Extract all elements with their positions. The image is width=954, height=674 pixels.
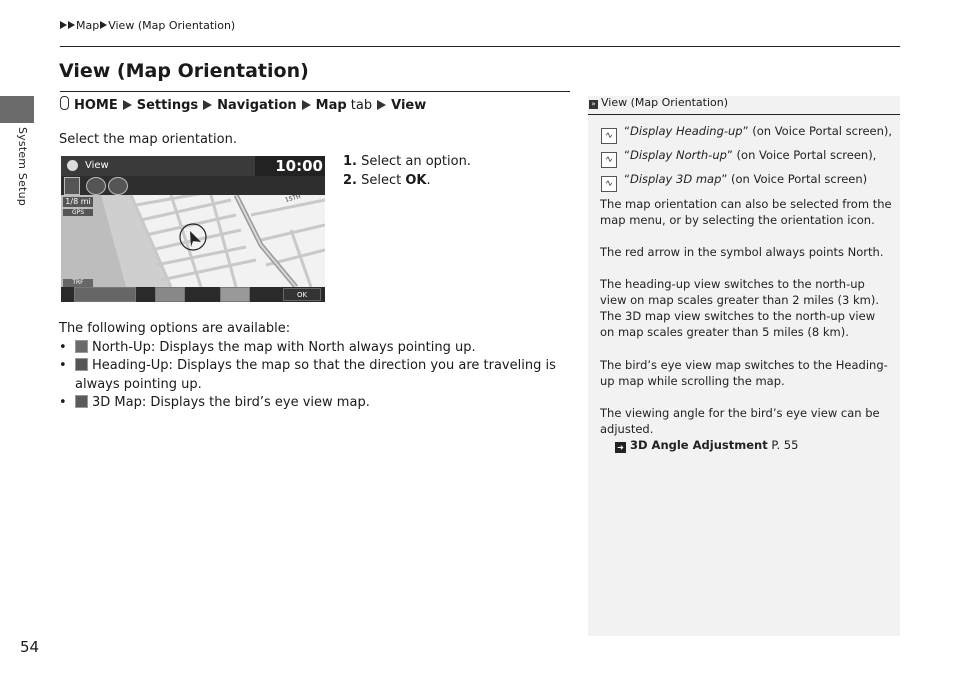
path-navigation: Navigation <box>217 98 297 113</box>
3d-map-option-icon[interactable] <box>108 177 128 195</box>
voice-command-note: (on Voice Portal screen) <box>727 172 868 186</box>
breadcrumb: Map View (Map Orientation) <box>60 19 235 32</box>
sidebar-para: The viewing angle for the bird’s eye vie… <box>600 406 880 436</box>
step-punct: . <box>426 173 431 188</box>
path-home: HOME <box>74 98 118 113</box>
voice-command: ∿ “Display Heading-up” (on Voice Portal s… <box>601 120 892 144</box>
path-arrow-icon <box>122 100 132 110</box>
path-view: View <box>391 98 427 113</box>
menu-path: HOME Settings Navigation Map tab View <box>60 96 426 113</box>
heading-up-option-icon[interactable] <box>86 177 106 195</box>
screen-clock: 10:00 <box>255 156 325 176</box>
voice-command-note: (on Voice Portal screen), <box>748 124 893 138</box>
breadcrumb-arrow-icon <box>68 21 75 29</box>
option-item: Heading-Up: Displays the map so that the… <box>59 357 574 394</box>
options-list: North-Up: Displays the map with North al… <box>59 339 574 413</box>
option-text: North-Up: Displays the map with North al… <box>92 339 476 355</box>
north-up-icon <box>75 339 88 353</box>
link-label[interactable]: 3D Angle Adjustment <box>630 438 768 452</box>
map-streets <box>61 195 325 287</box>
screen-title: View <box>85 160 109 171</box>
sidebar-para: The heading-up view switches to the nort… <box>600 277 880 339</box>
steps: 1. Select an option. 2. Select OK. <box>343 152 471 190</box>
step-1: 1. Select an option. <box>343 152 471 171</box>
step-number: 1. <box>343 154 357 169</box>
path-map-suffix: tab <box>346 98 373 113</box>
step-ok-label: OK <box>405 173 427 188</box>
breadcrumb-item[interactable]: Map <box>76 19 99 32</box>
page-number: 54 <box>20 638 40 656</box>
map-area: MANHATTAN BEACH 15TH <box>61 193 325 296</box>
path-settings: Settings <box>136 98 199 113</box>
path-arrow-icon <box>377 100 387 110</box>
option-item: 3D Map: Displays the bird’s eye view map… <box>59 394 574 413</box>
voice-command: ∿ “Display 3D map” (on Voice Portal scree… <box>601 168 892 192</box>
step-text: Select <box>361 173 406 188</box>
voice-command-text: Display 3D map <box>629 172 722 186</box>
header-rule <box>60 46 900 47</box>
voice-command-note: (on Voice Portal screen), <box>732 148 877 162</box>
north-up-button[interactable] <box>74 287 136 302</box>
option-item: North-Up: Displays the map with North al… <box>59 339 574 358</box>
voice-commands: ∿ “Display Heading-up” (on Voice Portal s… <box>601 120 892 192</box>
sidebar-heading-text: View (Map Orientation) <box>601 96 728 109</box>
traffic-badge: TRF <box>63 279 93 287</box>
nav-screen-image: MANHATTAN BEACH 15TH View 10:00 1/8 mi G… <box>61 156 325 302</box>
map-scale: 1/8 mi <box>63 197 93 207</box>
voice-command-icon: ∿ <box>601 128 617 144</box>
title-rule <box>60 91 570 92</box>
sidebar-para: The map orientation can also be selected… <box>600 197 892 227</box>
breadcrumb-arrow-icon <box>60 21 67 29</box>
heading-up-button[interactable] <box>155 287 185 302</box>
intro-text: Select the map orientation. <box>59 132 237 147</box>
path-arrow-icon <box>301 100 311 110</box>
section-tab <box>0 96 34 123</box>
heading-up-icon <box>75 358 88 371</box>
section-label: System Setup <box>16 127 29 206</box>
path-arrow-icon <box>203 100 213 110</box>
voice-command-text: Display Heading-up <box>629 124 743 138</box>
voice-command-icon: ∿ <box>601 152 617 168</box>
sidebar-heading: » View (Map Orientation) <box>589 96 728 109</box>
options-section: The following options are available: Nor… <box>59 320 574 413</box>
3d-map-icon <box>75 395 88 408</box>
3d-map-button[interactable] <box>220 287 250 302</box>
options-intro: The following options are available: <box>59 321 291 336</box>
breadcrumb-arrow-icon <box>100 21 108 29</box>
option-text: 3D Map: Displays the bird’s eye view map… <box>92 395 370 410</box>
link-arrow-icon: ➜ <box>615 442 626 453</box>
north-up-option-icon[interactable] <box>64 177 80 195</box>
page-title: View (Map Orientation) <box>59 60 309 82</box>
double-arrow-icon: » <box>589 100 598 109</box>
touch-icon <box>60 96 69 110</box>
link-page[interactable]: P. 55 <box>771 438 798 452</box>
path-map: Map <box>315 98 347 113</box>
voice-command-text: Display North-up <box>629 148 727 162</box>
sidebar-para: The bird’s eye view map switches to the … <box>600 358 888 388</box>
settings-gear-icon <box>67 160 78 171</box>
gps-badge: GPS <box>63 209 93 216</box>
step-2: 2. Select OK. <box>343 171 471 190</box>
step-number: 2. <box>343 173 357 188</box>
voice-command-icon: ∿ <box>601 176 617 192</box>
cross-reference-link[interactable]: ➜ 3D Angle Adjustment P. 55 <box>615 437 798 453</box>
breadcrumb-item[interactable]: View (Map Orientation) <box>108 19 235 32</box>
ok-button[interactable]: OK <box>283 288 321 301</box>
option-text: Heading-Up: Displays the map so that the… <box>75 358 556 392</box>
voice-command: ∿ “Display North-up” (on Voice Portal scr… <box>601 144 892 168</box>
sidebar-rule <box>588 114 900 115</box>
step-text: Select an option. <box>361 154 471 169</box>
sidebar-para: The red arrow in the symbol always point… <box>600 245 884 259</box>
